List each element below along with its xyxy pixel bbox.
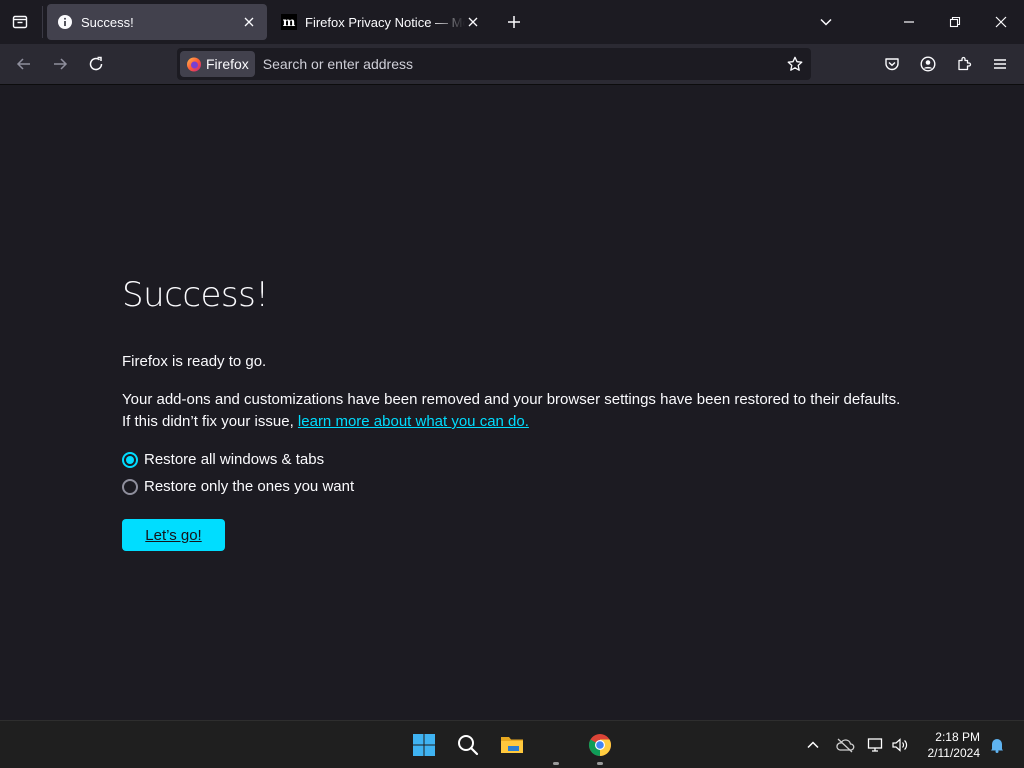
account-icon: [920, 56, 936, 72]
page-content: Success! Firefox is ready to go. Your ad…: [0, 85, 1024, 720]
page-title: Success!: [122, 275, 269, 315]
learn-more-link[interactable]: learn more about what you can do.: [298, 413, 529, 430]
tab-privacy-notice[interactable]: m Firefox Privacy Notice — Mozilla: [271, 4, 491, 40]
restore-icon: [949, 16, 961, 28]
restore-button[interactable]: [939, 6, 971, 38]
close-icon: [995, 16, 1007, 28]
start-button[interactable]: [408, 729, 440, 761]
file-explorer-button[interactable]: [496, 729, 528, 761]
radio-restore-all[interactable]: [122, 451, 138, 468]
pocket-button[interactable]: [876, 48, 908, 80]
restore-some-option[interactable]: Restore only the ones you want: [122, 478, 354, 495]
bell-icon: [991, 739, 1003, 753]
tab-title: Firefox Privacy Notice — Mozilla: [305, 14, 465, 30]
notifications-button[interactable]: [981, 729, 1013, 761]
identity-label: Firefox: [206, 56, 249, 72]
account-button[interactable]: [912, 48, 944, 80]
extensions-button[interactable]: [948, 48, 980, 80]
forward-button[interactable]: [44, 48, 76, 80]
tab-title: Success!: [81, 14, 134, 30]
navigation-toolbar: Firefox: [0, 44, 1024, 85]
minimize-icon: [904, 21, 914, 23]
close-icon: [468, 17, 478, 27]
windows-logo-icon: [413, 734, 435, 756]
bookmark-star-button[interactable]: [779, 48, 811, 80]
star-icon: [787, 56, 803, 71]
lets-go-label: Let’s go!: [145, 526, 202, 544]
radio-restore-some[interactable]: [122, 478, 138, 495]
description-prefix: If this didn’t fix your issue,: [122, 413, 294, 430]
volume-button[interactable]: [884, 729, 916, 761]
clock-time: 2:18 PM: [935, 730, 980, 744]
hamburger-menu-icon: [994, 59, 1006, 69]
app-menu-button[interactable]: [984, 48, 1016, 80]
new-tab-button[interactable]: [498, 6, 530, 38]
tab-close-button[interactable]: [465, 14, 481, 30]
info-icon: [58, 15, 72, 29]
chrome-icon: [589, 734, 611, 756]
reload-icon: [89, 56, 103, 71]
identity-box[interactable]: Firefox: [180, 51, 255, 77]
close-icon: [244, 17, 254, 27]
firefox-logo-icon: [187, 57, 201, 72]
svg-text:m: m: [283, 15, 296, 29]
firefox-view-button[interactable]: [4, 6, 36, 38]
chevron-up-icon: [807, 741, 819, 749]
description-line-2: If this didn’t fix your issue, learn mor…: [122, 413, 529, 430]
folder-icon: [501, 737, 523, 753]
tab-close-button[interactable]: [241, 14, 257, 30]
restore-all-label: Restore all windows & tabs: [144, 451, 325, 468]
taskbar: 2:18 PM 2/11/2024: [0, 720, 1024, 768]
minimize-button[interactable]: [893, 6, 925, 38]
cloud-offline-icon: [836, 738, 855, 753]
onedrive-button[interactable]: [829, 729, 861, 761]
network-icon: [867, 738, 883, 752]
search-icon: [458, 735, 479, 756]
clock[interactable]: 2:18 PM 2/11/2024: [928, 729, 981, 761]
reload-button[interactable]: [80, 48, 112, 80]
url-input[interactable]: [254, 56, 779, 72]
firefox-view-icon: [12, 15, 28, 29]
plus-icon: [508, 16, 520, 28]
ready-message: Firefox is ready to go.: [122, 353, 267, 370]
pocket-icon: [885, 58, 899, 71]
mozilla-m-icon: m: [281, 14, 297, 30]
forward-arrow-icon: [54, 58, 68, 70]
close-window-button[interactable]: [985, 6, 1017, 38]
restore-some-label: Restore only the ones you want: [144, 478, 355, 495]
tab-success[interactable]: Success!: [47, 4, 267, 40]
lets-go-button[interactable]: Let’s go!: [122, 519, 225, 551]
restore-all-option[interactable]: Restore all windows & tabs: [122, 451, 324, 468]
tab-bar: Success! m Firefox Privacy Notice — Mozi…: [0, 0, 1024, 44]
speaker-icon: [892, 738, 908, 752]
chrome-button[interactable]: [584, 729, 616, 761]
show-hidden-icons-button[interactable]: [797, 729, 829, 761]
chevron-down-icon: [820, 18, 832, 26]
clock-date: 2/11/2024: [927, 746, 981, 760]
list-all-tabs-button[interactable]: [810, 6, 842, 38]
search-button[interactable]: [452, 729, 484, 761]
back-button[interactable]: [8, 48, 40, 80]
puzzle-icon: [958, 56, 972, 71]
description-line-1: Your add-ons and customizations have bee…: [122, 391, 901, 408]
back-arrow-icon: [16, 58, 30, 70]
address-bar[interactable]: Firefox: [177, 48, 811, 80]
